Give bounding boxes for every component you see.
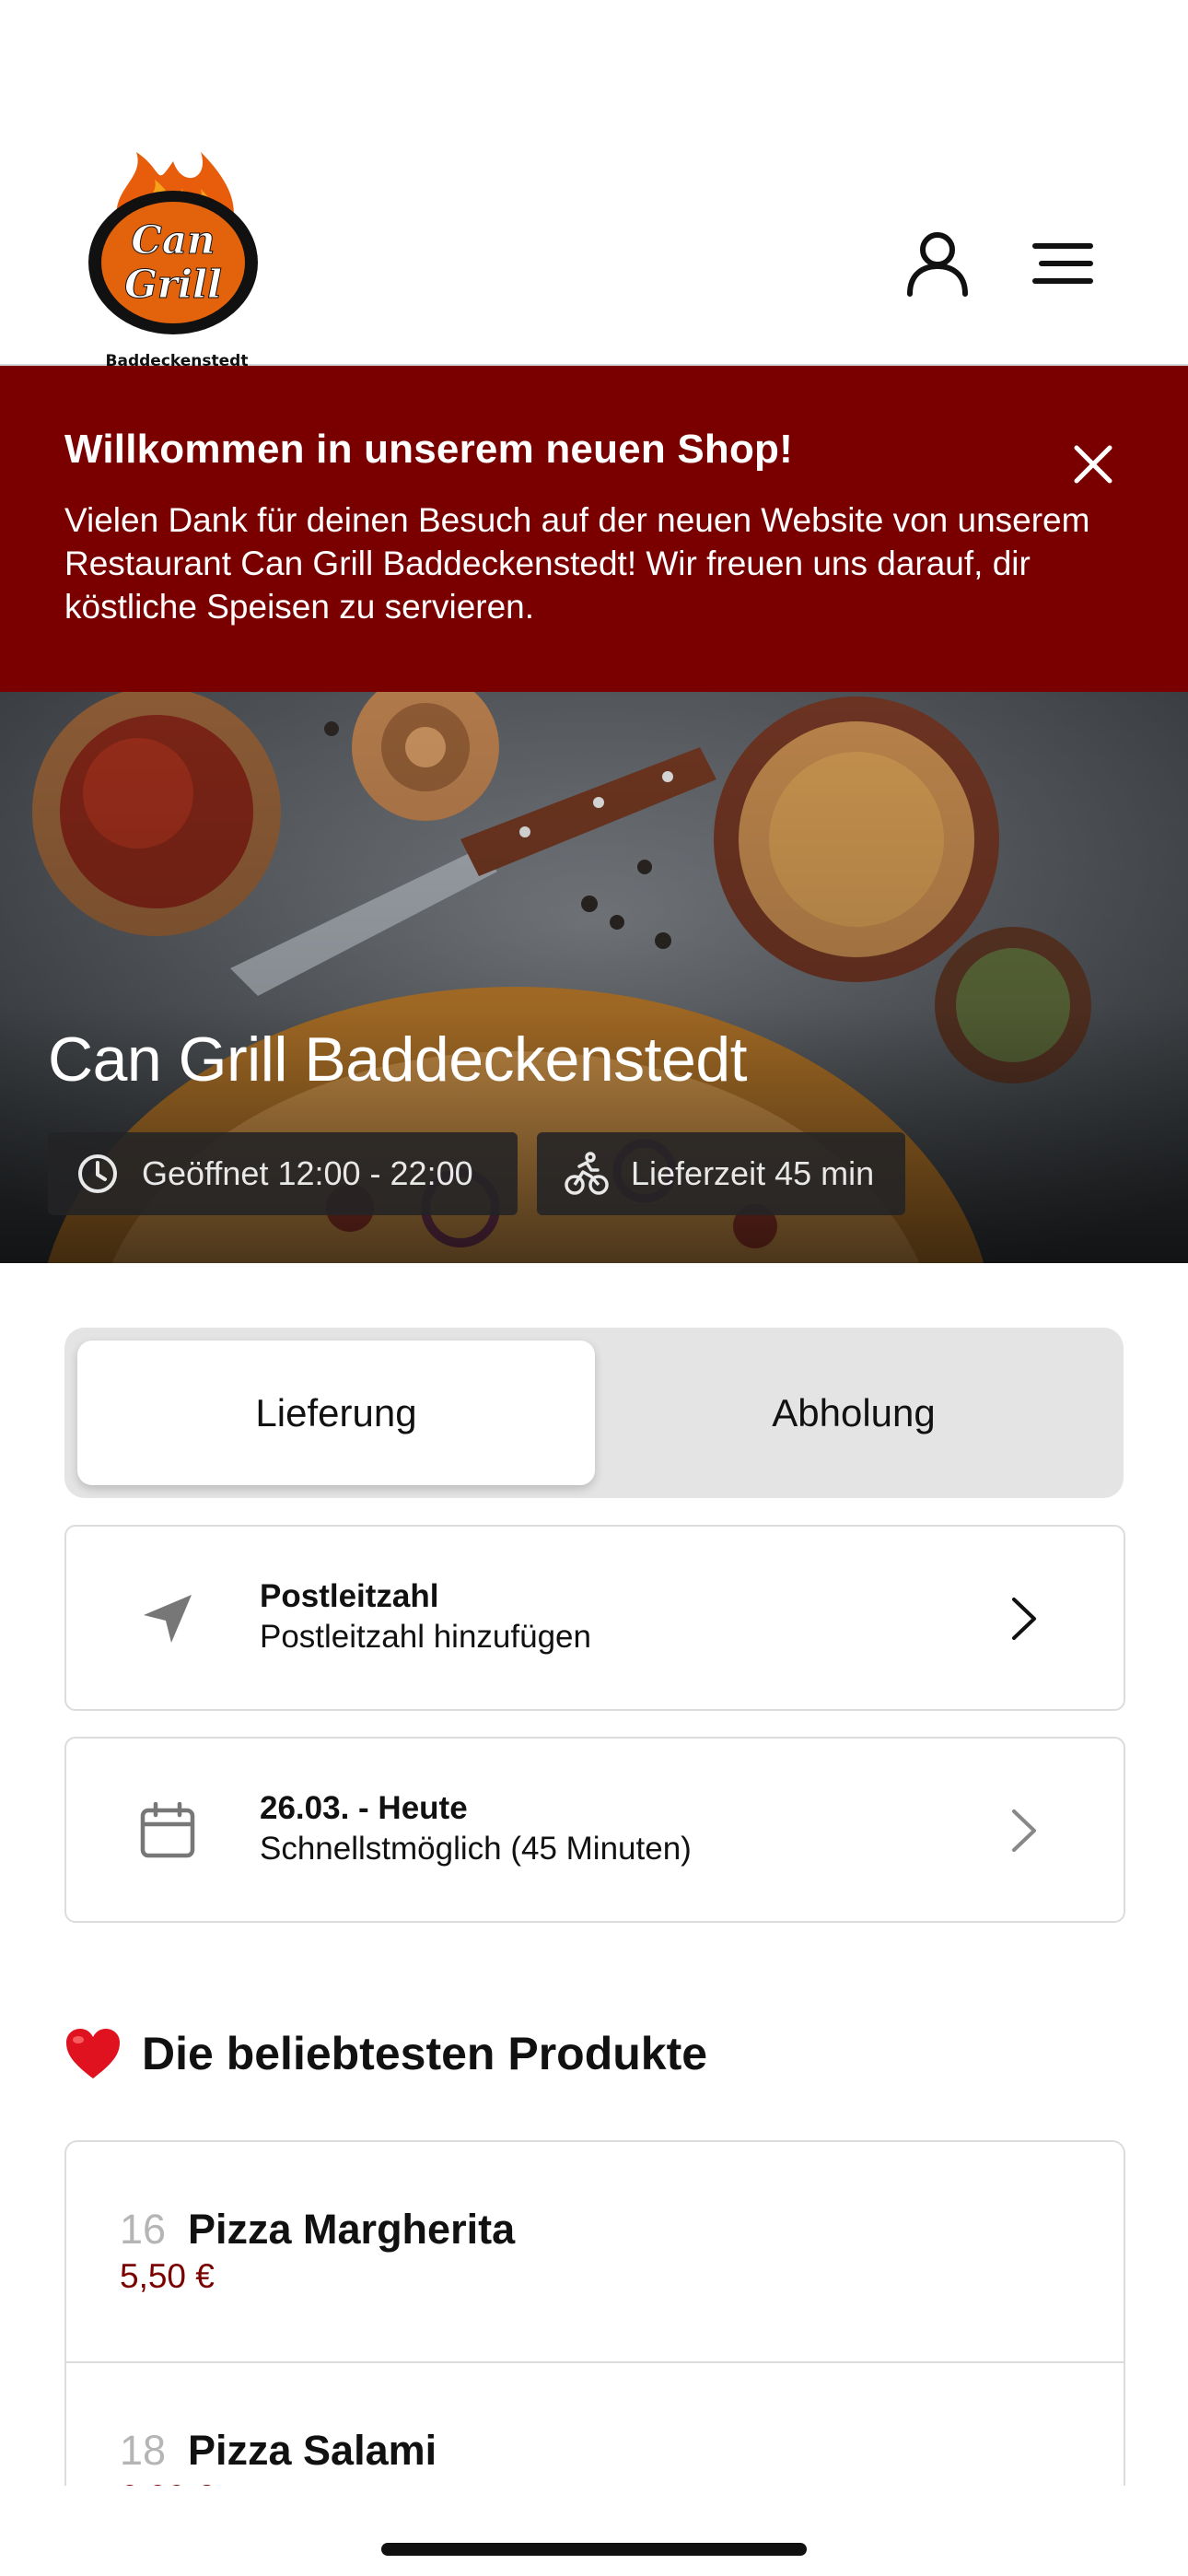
order-mode-toggle: Lieferung Abholung [64, 1328, 1124, 1498]
close-icon[interactable] [1059, 430, 1127, 498]
product-number: 18 [120, 2427, 167, 2474]
delivery-time-selector[interactable]: 26.03. - Heute Schnellstmöglich (45 Minu… [64, 1737, 1125, 1923]
product-name: Pizza Salami [188, 2427, 437, 2474]
home-indicator[interactable] [381, 2543, 807, 2556]
delivery-time-text: Lieferzeit 45 min [631, 1154, 875, 1192]
product-price: 6,00 € [120, 2478, 215, 2486]
restaurant-logo[interactable]: Can Grill Baddeckenstedt [81, 152, 265, 373]
delivery-tab[interactable]: Lieferung [77, 1341, 595, 1485]
delivery-time-badge: Lieferzeit 45 min [537, 1132, 905, 1215]
pickup-tab[interactable]: Abholung [595, 1341, 1112, 1485]
product-price: 5,50 € [120, 2257, 215, 2295]
postcode-value: Postleitzahl hinzufügen [260, 1619, 591, 1655]
product-row[interactable]: 18 Pizza Salami 6,00 € [66, 2363, 1124, 2486]
postcode-selector[interactable]: Postleitzahl Postleitzahl hinzufügen [64, 1525, 1125, 1711]
date-label: 26.03. - Heute [260, 1790, 468, 1826]
postcode-label: Postleitzahl [260, 1578, 439, 1614]
popular-products-heading: Die beliebtesten Produkte [64, 2027, 707, 2080]
logo-graphic: Can Grill Baddeckenstedt [88, 152, 258, 370]
bicycle-rider-icon [565, 1152, 609, 1196]
popular-products-title: Die beliebtesten Produkte [142, 2028, 708, 2079]
time-value: Schnellstmöglich (45 Minuten) [260, 1831, 692, 1867]
chevron-right-icon [996, 1582, 1052, 1656]
restaurant-name: Can Grill Baddeckenstedt [48, 1025, 748, 1095]
location-arrow-icon [131, 1582, 204, 1656]
popular-products-list: 16 Pizza Margherita 5,50 € 18 Pizza Sala… [64, 2140, 1125, 2486]
chevron-right-icon [996, 1794, 1052, 1868]
clock-icon [76, 1152, 120, 1196]
product-name: Pizza Margherita [188, 2206, 516, 2253]
banner-title: Willkommen in unserem neuen Shop! [64, 427, 793, 472]
hero-image: Can Grill Baddeckenstedt Geöffnet 12:00 … [0, 692, 1188, 1263]
heart-icon [66, 2029, 120, 2078]
product-row[interactable]: 16 Pizza Margherita 5,50 € [66, 2142, 1124, 2363]
hamburger-menu-icon[interactable] [1026, 227, 1100, 300]
app-header: Can Grill Baddeckenstedt [0, 0, 1188, 370]
welcome-banner: Willkommen in unserem neuen Shop! Vielen… [0, 366, 1188, 692]
banner-text: Vielen Dank für deinen Besuch auf der ne… [64, 501, 1090, 626]
logo-text-can: Can [131, 217, 215, 263]
calendar-icon [131, 1794, 204, 1868]
user-icon[interactable] [901, 227, 974, 300]
opening-hours-badge: Geöffnet 12:00 - 22:00 [48, 1132, 518, 1215]
product-number: 16 [120, 2206, 167, 2253]
logo-text-grill: Grill [124, 262, 222, 307]
opening-hours-text: Geöffnet 12:00 - 22:00 [142, 1154, 473, 1192]
